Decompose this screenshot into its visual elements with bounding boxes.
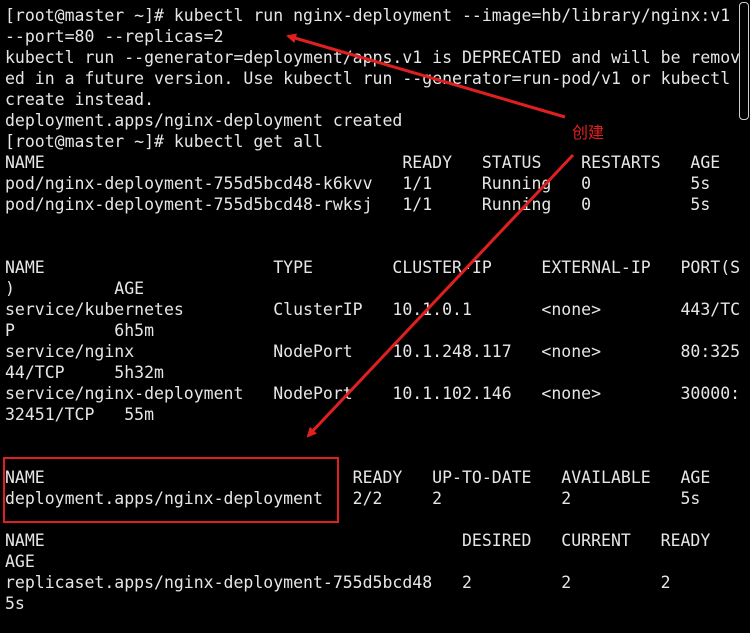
arrow-to-deployment xyxy=(306,153,575,438)
annotation-label: 创建 xyxy=(572,123,605,142)
arrow-to-run-command xyxy=(286,33,566,119)
annotation-arrows xyxy=(286,33,575,438)
